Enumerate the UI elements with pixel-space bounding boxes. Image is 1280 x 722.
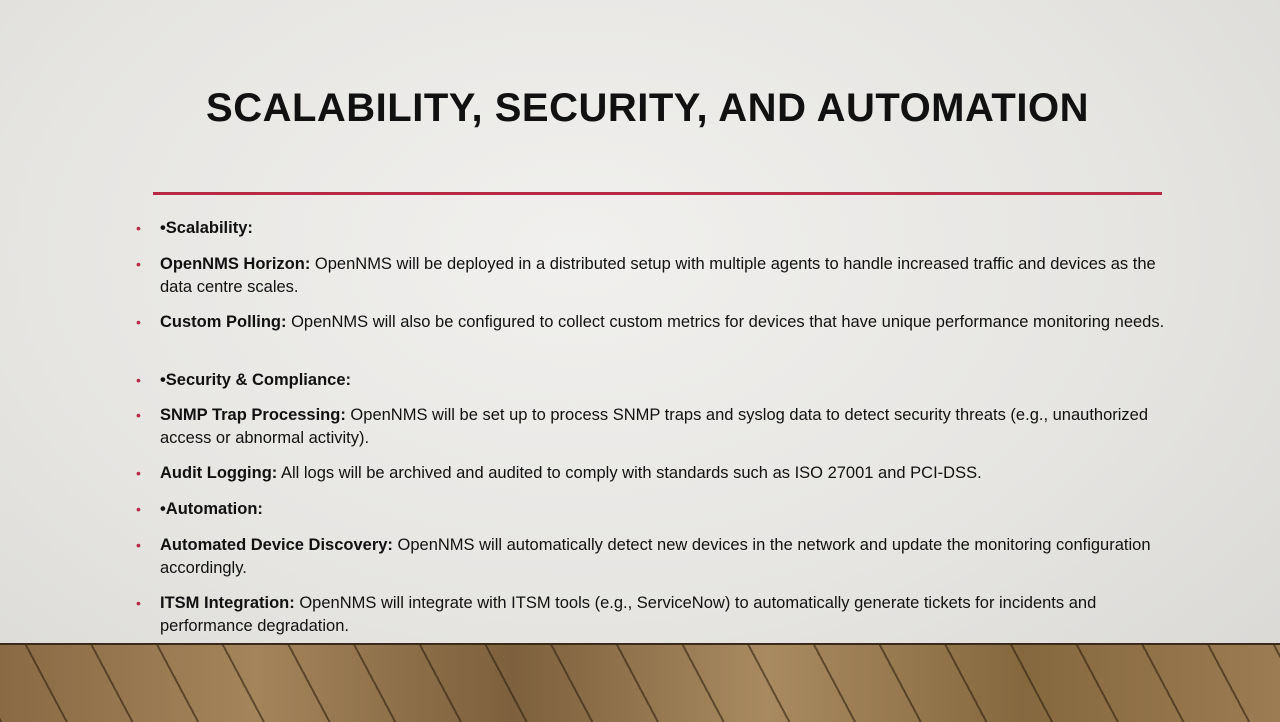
bullet-heading: ITSM Integration: — [160, 594, 295, 612]
bullet-icon: • — [136, 537, 141, 553]
title-divider — [153, 192, 1162, 195]
bullet-icon: • — [136, 407, 141, 423]
bullet-icon: • — [136, 372, 141, 388]
bullet-item: • •Scalability: — [136, 217, 1170, 240]
bullet-text: OpenNMS will also be configured to colle… — [286, 313, 1165, 331]
bullet-text: OpenNMS will be deployed in a distribute… — [160, 255, 1156, 296]
bullet-heading: Custom Polling: — [160, 313, 287, 331]
bullet-text: OpenNMS will integrate with ITSM tools (… — [160, 594, 1097, 635]
bullet-heading: SNMP Trap Processing: — [160, 406, 346, 424]
bullet-heading: •Scalability: — [160, 219, 253, 237]
slide-title: SCALABILITY, SECURITY, AND AUTOMATION — [206, 86, 1089, 130]
bullet-heading: Audit Logging: — [160, 464, 278, 482]
bullet-item: • Custom Polling: OpenNMS will also be co… — [136, 311, 1170, 334]
bullet-item: • OpenNMS Horizon: OpenNMS will be deploy… — [136, 253, 1170, 299]
bullet-item: • Audit Logging: All logs will be archive… — [136, 462, 1170, 485]
bullet-heading: •Automation: — [160, 500, 263, 518]
bullet-icon: • — [136, 501, 141, 517]
bullet-text: All logs will be archived and audited to… — [277, 464, 982, 482]
bullet-icon: • — [136, 595, 141, 611]
bullet-icon: • — [136, 220, 141, 236]
bullet-item: • ITSM Integration: OpenNMS will integrat… — [136, 592, 1170, 638]
bullet-icon: • — [136, 256, 141, 272]
bullet-heading: •Security & Compliance: — [160, 371, 351, 389]
wood-floor-decoration — [0, 643, 1280, 722]
bullet-item: • •Automation: — [136, 498, 1170, 521]
bullet-icon: • — [136, 465, 141, 481]
bullet-heading: OpenNMS Horizon: — [160, 255, 311, 273]
bullet-item: • •Security & Compliance: — [136, 369, 1170, 392]
bullet-item: • SNMP Trap Processing: OpenNMS will be s… — [136, 404, 1170, 450]
bullet-icon: • — [136, 314, 141, 330]
bullet-item: • Automated Device Discovery: OpenNMS wil… — [136, 534, 1170, 580]
bullet-heading: Automated Device Discovery: — [160, 536, 393, 554]
